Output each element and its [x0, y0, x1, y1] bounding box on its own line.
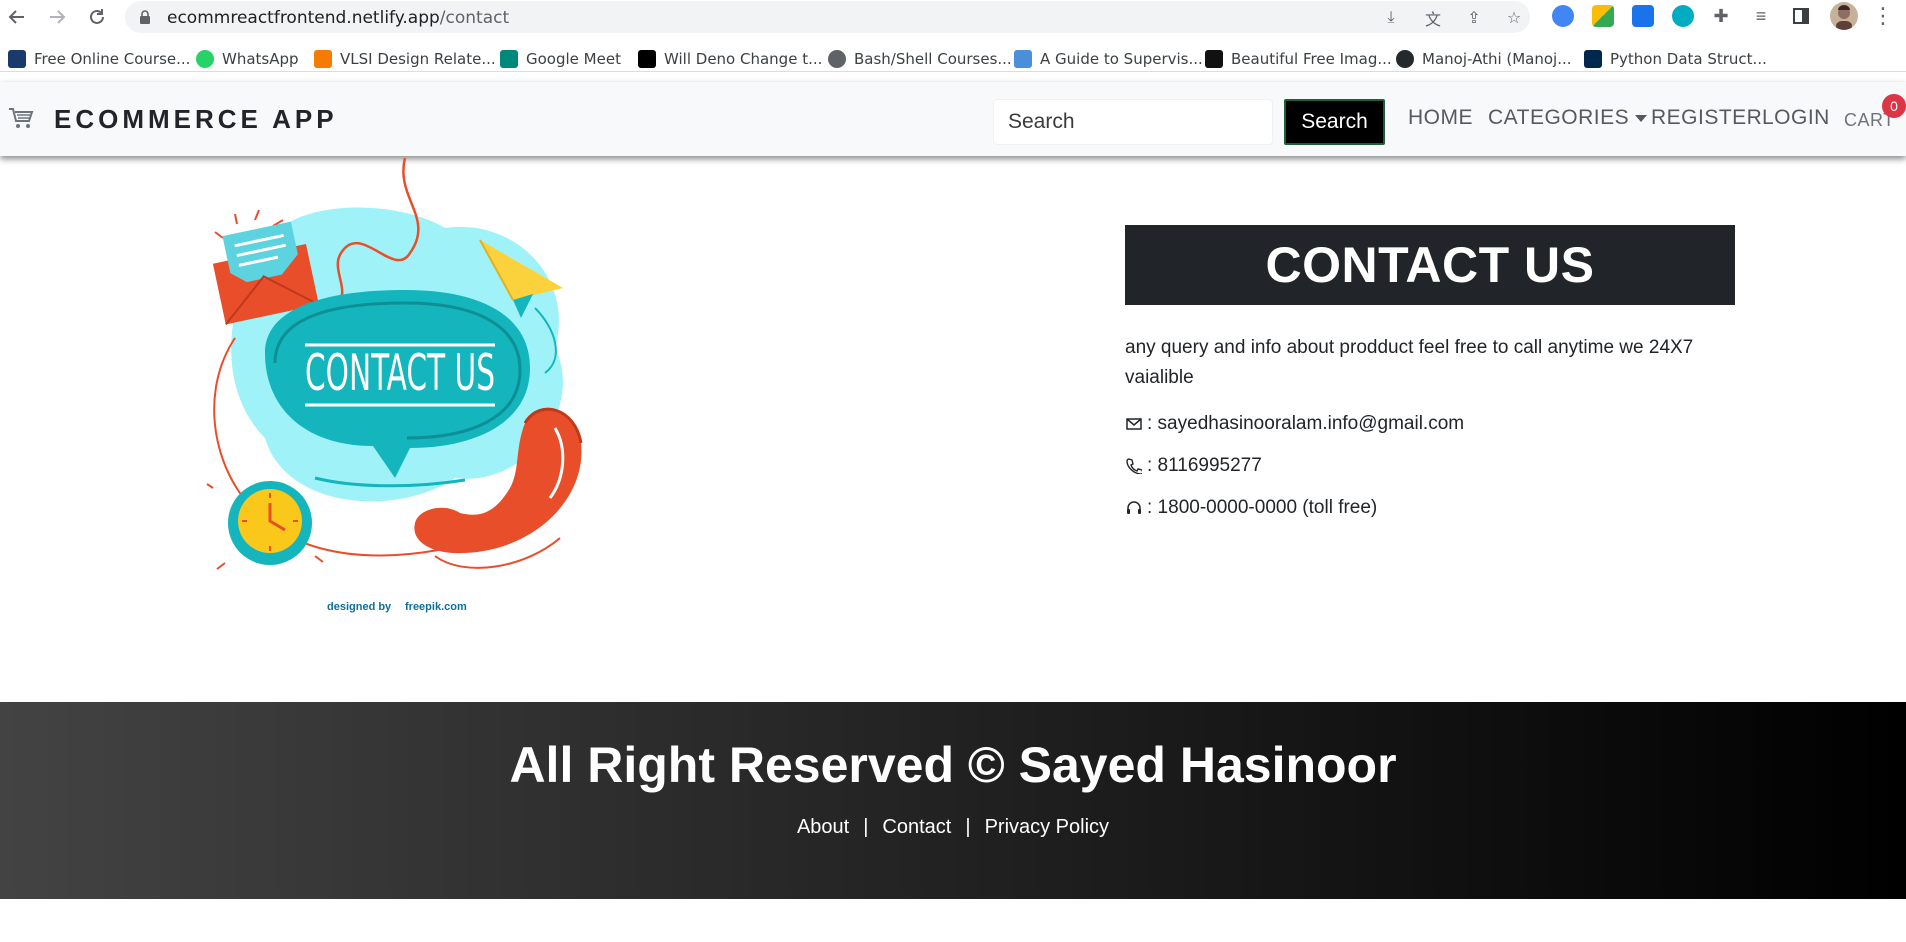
browser-toolbar: ecommreactfrontend.netlify.app/contact ⤓… — [0, 0, 1906, 34]
nav-categories[interactable]: CATEGORIES — [1488, 106, 1648, 130]
bookmark-label: VLSI Design Relate... — [340, 50, 496, 68]
headset-icon — [1125, 499, 1143, 517]
footer-separator: | — [863, 816, 869, 838]
medium-icon — [638, 50, 656, 68]
app-navbar: ECOMMERCE APP Search HOME CATEGORIES REG… — [0, 82, 1906, 156]
bookmark-item[interactable]: Python Data Struct... — [1584, 48, 1767, 70]
contact-info-card: CONTACT US any query and info about prod… — [1125, 225, 1735, 519]
url-text: ecommreactfrontend.netlify.app/contact — [167, 8, 509, 28]
contact-email[interactable]: : sayedhasinooralam.info@gmail.com — [1147, 413, 1464, 435]
bookmark-label: Manoj-Athi (Manoj... — [1422, 50, 1572, 68]
nav-home[interactable]: HOME — [1408, 106, 1473, 130]
docker-icon — [1014, 50, 1032, 68]
credit-prefix: designed by — [327, 601, 392, 613]
footer-link-about[interactable]: About — [797, 816, 849, 839]
bookmark-item[interactable]: Free Online Course... — [8, 48, 190, 70]
google-meet-icon — [500, 50, 518, 68]
bookmark-item[interactable]: Will Deno Change t... — [638, 48, 822, 70]
contact-email-row: : sayedhasinooralam.info@gmail.com — [1125, 413, 1735, 435]
puzzle-icon[interactable]: ✚ — [1710, 5, 1732, 27]
translate-icon[interactable]: 文 — [1422, 7, 1444, 29]
shopping-cart-icon[interactable] — [8, 106, 34, 130]
nav-categories-label: CATEGORIES — [1488, 106, 1630, 129]
forward-icon[interactable] — [44, 4, 70, 30]
michigan-icon — [1584, 50, 1602, 68]
contact-tollfree[interactable]: : 1800-0000-0000 (toll free) — [1147, 497, 1377, 519]
footer-link-privacy[interactable]: Privacy Policy — [985, 816, 1109, 839]
bookmark-favicon-icon — [8, 50, 26, 68]
reload-icon[interactable] — [84, 4, 110, 30]
nav-login[interactable]: LOGIN — [1762, 106, 1830, 130]
extension-icon-4[interactable] — [1672, 5, 1694, 27]
reading-list-icon[interactable]: ≡ — [1750, 5, 1772, 27]
contact-phone-row: : 8116995277 — [1125, 455, 1735, 477]
unsplash-icon — [1205, 50, 1223, 68]
search-button[interactable]: Search — [1284, 99, 1385, 145]
side-panel-icon[interactable] — [1790, 5, 1812, 27]
cart-count-badge: 0 — [1882, 94, 1906, 118]
envelope-icon — [1125, 415, 1143, 433]
menu-kebab-icon[interactable]: ⋮ — [1872, 3, 1894, 29]
bookmark-label: Google Meet — [526, 50, 621, 68]
footer-copyright: All Right Reserved © Sayed Hasinoor — [509, 737, 1397, 793]
whatsapp-icon — [196, 50, 214, 68]
url-path: /contact — [439, 8, 510, 28]
github-icon — [1396, 50, 1414, 68]
phone-icon — [1125, 457, 1143, 475]
bookmark-label: Free Online Course... — [34, 50, 191, 68]
address-bar[interactable]: ecommreactfrontend.netlify.app/contact ⤓… — [125, 1, 1530, 33]
bookmark-label: Python Data Struct... — [1610, 50, 1767, 68]
bookmark-item[interactable]: Google Meet — [500, 48, 621, 70]
search-input[interactable] — [993, 99, 1273, 145]
url-host: ecommreactfrontend.netlify.app — [167, 8, 440, 28]
profile-avatar[interactable] — [1830, 2, 1858, 30]
lock-icon — [140, 10, 150, 24]
page-footer: All Right Reserved © Sayed Hasinoor Abou… — [0, 702, 1906, 899]
footer-separator: | — [965, 816, 971, 838]
bookmark-label: Beautiful Free Imag... — [1231, 50, 1392, 68]
globe-icon — [828, 50, 846, 68]
extension-icon-1[interactable] — [1552, 5, 1574, 27]
bookmarks-bar: Free Online Course... WhatsApp VLSI Desi… — [0, 44, 1906, 72]
bookmark-item[interactable]: Beautiful Free Imag... — [1205, 48, 1392, 70]
bookmark-item[interactable]: VLSI Design Relate... — [314, 48, 496, 70]
bookmark-label: Will Deno Change t... — [664, 50, 823, 68]
bookmark-item[interactable]: Manoj-Athi (Manoj... — [1396, 48, 1572, 70]
share-icon[interactable]: ⇪ — [1463, 7, 1485, 29]
contact-description: any query and info about prodduct feel f… — [1125, 337, 1694, 388]
back-icon[interactable] — [4, 4, 30, 30]
bookmark-label: Bash/Shell Courses... — [854, 50, 1012, 68]
blogger-icon — [314, 50, 332, 68]
contact-us-illustration-graphic: CONTACT US designed by freepik.com — [206, 157, 583, 613]
bookmark-item[interactable]: Bash/Shell Courses... — [828, 48, 1012, 70]
extension-icon-3[interactable] — [1632, 5, 1654, 27]
nav-register[interactable]: REGISTER — [1651, 106, 1762, 130]
extension-icon-2[interactable] — [1592, 5, 1614, 27]
footer-link-contact[interactable]: Contact — [882, 816, 951, 839]
bubble-text: CONTACT US — [305, 344, 495, 402]
contact-illustration: CONTACT US designed by freepik.com — [195, 157, 615, 618]
brand-name[interactable]: ECOMMERCE APP — [54, 104, 338, 135]
bookmark-star-icon[interactable]: ☆ — [1503, 7, 1525, 29]
chevron-down-icon — [1635, 114, 1648, 122]
footer-links: About | Contact | Privacy Policy — [0, 816, 1906, 839]
contact-tollfree-row: : 1800-0000-0000 (toll free) — [1125, 497, 1735, 519]
credit-brand: freepik.com — [405, 601, 467, 613]
bookmark-label: WhatsApp — [222, 50, 299, 68]
bookmark-item[interactable]: A Guide to Supervis... — [1014, 48, 1203, 70]
contact-phone[interactable]: : 8116995277 — [1147, 455, 1262, 477]
download-icon[interactable]: ⤓ — [1380, 7, 1402, 29]
bookmark-item[interactable]: WhatsApp — [196, 48, 299, 70]
bookmark-label: A Guide to Supervis... — [1040, 50, 1203, 68]
contact-heading: CONTACT US — [1125, 225, 1735, 305]
